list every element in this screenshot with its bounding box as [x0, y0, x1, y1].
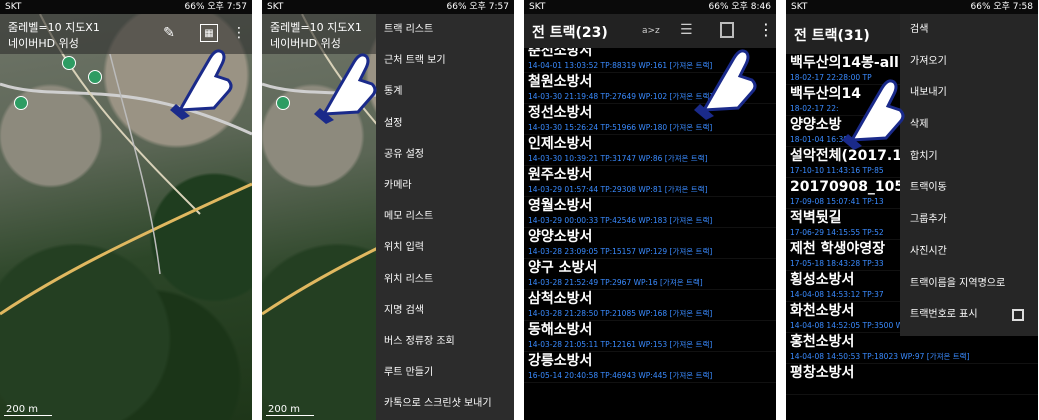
menu-item-location-list[interactable]: 위치 리스트 [376, 264, 514, 295]
map-layer-label: 네이버HD 위성 [8, 37, 79, 50]
track-meta: 14-04-08 14:50:53 TP:18023 WP:97 [가져온 트랙… [790, 352, 970, 361]
track-name: 강릉소방서 [528, 353, 593, 369]
menu-item-rename-by-region[interactable]: 트랙이름을 지역명으로 [900, 268, 1038, 300]
context-menu: 검색 가져오기 내보내기 삭제 합치기 트랙이동 그룹추가 사진시간 트랙이름을… [900, 14, 1038, 336]
view-toggle-icon[interactable] [720, 22, 734, 38]
carrier-label: SKT [267, 2, 284, 12]
menu-item-merge[interactable]: 합치기 [900, 141, 1038, 173]
status-right: 66% 오후 7:57 [446, 2, 510, 12]
poi-marker[interactable] [14, 96, 28, 110]
track-name: 양양소방서 [528, 229, 593, 245]
list-item[interactable]: 양양소방서 14-03-28 23:09:05 TP:15157 WP:129 [… [524, 228, 776, 259]
menu-item-photo-time[interactable]: 사진시간 [900, 236, 1038, 268]
track-name: 평창소방서 [790, 365, 855, 381]
status-right: 66% 오후 8:46 [708, 2, 772, 12]
sort-az-button[interactable]: a>z [642, 26, 660, 36]
list-item[interactable]: 인제소방서 14-03-30 10:39:21 TP:31747 WP:86 [가… [524, 135, 776, 166]
map-scale: 200 m [4, 404, 53, 416]
menu-item-kakao-screenshot[interactable]: 카톡으로 스크린샷 보내기 [376, 388, 514, 419]
sort-icon[interactable]: ☰ [680, 22, 693, 38]
track-meta: 14-03-28 23:09:05 TP:15157 WP:129 [가져온 트… [528, 247, 713, 256]
list-item[interactable]: 홍천소방서 14-04-08 14:50:53 TP:18023 WP:97 [가… [786, 333, 1038, 364]
menu-item-bus-stop[interactable]: 버스 정류장 조회 [376, 326, 514, 357]
track-name: 동해소방서 [528, 322, 593, 338]
track-name: 인제소방서 [528, 136, 593, 152]
page-title: 전 트랙(31) [794, 28, 870, 44]
menu-item-statistics[interactable]: 통계 [376, 76, 514, 107]
menu-item-make-route[interactable]: 루트 만들기 [376, 357, 514, 388]
menu-item-settings[interactable]: 설정 [376, 108, 514, 139]
carrier-label: SKT [5, 2, 22, 12]
list-item[interactable]: 동해소방서 14-03-28 21:05:11 TP:12161 WP:153 [… [524, 321, 776, 352]
status-bar: SKT 66% 오후 8:46 [524, 0, 776, 14]
track-meta: 14-03-29 00:00:33 TP:42546 WP:183 [가져온 트… [528, 216, 713, 225]
list-item[interactable]: 영월소방서 14-03-29 00:00:33 TP:42546 WP:183 [… [524, 197, 776, 228]
menu-item-export[interactable]: 내보내기 [900, 77, 1038, 109]
track-number-checkbox[interactable] [1012, 309, 1024, 322]
poi-marker[interactable] [62, 56, 76, 70]
menu-item-place-search[interactable]: 지명 검색 [376, 295, 514, 326]
menu-item-move-track[interactable]: 트랙이동 [900, 172, 1038, 204]
track-meta: 14-03-28 21:05:11 TP:12161 WP:153 [가져온 트… [528, 340, 713, 349]
menu-item-search[interactable]: 검색 [900, 14, 1038, 46]
status-bar: SKT 66% 오후 7:57 [262, 0, 514, 14]
list-item[interactable]: 강릉소방서 16-05-14 20:40:58 TP:46943 WP:445 [… [524, 352, 776, 383]
poi-marker[interactable] [276, 96, 290, 110]
pointing-hand-icon [314, 53, 377, 124]
screen-map: SKT 66% 오후 7:57 줌레벨=10 지도X1 네이버HD 위성 ✎ ▦… [0, 0, 252, 420]
map-scale: 200 m [266, 404, 315, 416]
menu-item-track-list[interactable]: 트랙 리스트 [376, 14, 514, 45]
zoom-level-label: 줌레벨=10 지도X1 [8, 21, 100, 34]
carrier-label: SKT [529, 2, 546, 12]
screen-track-list: SKT 66% 오후 8:46 전 트랙(23) a>z ☰ ⋮ 춘천소방서 14… [524, 0, 776, 420]
menu-item-show-track-number[interactable]: 트랙번호로 표시 [900, 299, 1038, 331]
pointing-hand-icon [170, 49, 233, 120]
menu-item-share-settings[interactable]: 공유 설정 [376, 139, 514, 170]
pointing-hand-icon [842, 79, 905, 150]
menu-item-nearby-tracks[interactable]: 근처 트랙 보기 [376, 45, 514, 76]
list-item[interactable]: 양구 소방서 14-03-28 21:52:49 TP:2967 WP:16 [가… [524, 259, 776, 290]
track-name: 영월소방서 [528, 198, 593, 214]
menu-item-location-input[interactable]: 위치 입력 [376, 232, 514, 263]
menu-item-memo-list[interactable]: 메모 리스트 [376, 201, 514, 232]
screen-map-menu: SKT 66% 오후 7:57 줌레벨=10 지도X1 네이버HD 위성 200… [262, 0, 514, 420]
poi-marker[interactable] [88, 70, 102, 84]
list-item[interactable]: 평창소방서 [786, 364, 1038, 395]
overflow-menu: 트랙 리스트 근처 트랙 보기 통계 설정 공유 설정 카메라 메모 리스트 위… [376, 14, 514, 420]
track-name: 양구 소방서 [528, 260, 598, 276]
zoom-level-label: 줌레벨=10 지도X1 [270, 21, 362, 34]
track-meta: 14-03-30 10:39:21 TP:31747 WP:86 [가져온 트랙… [528, 154, 708, 163]
track-meta: 14-03-28 21:52:49 TP:2967 WP:16 [가져온 트랙] [528, 278, 703, 287]
menu-item-label: 트랙번호로 표시 [910, 309, 978, 321]
menu-item-import[interactable]: 가져오기 [900, 46, 1038, 78]
menu-item-add-group[interactable]: 그룹추가 [900, 204, 1038, 236]
track-meta: 14-03-28 21:28:50 TP:21085 WP:168 [가져온 트… [528, 309, 713, 318]
track-name: 원주소방서 [528, 167, 593, 183]
status-right: 66% 오후 7:57 [184, 2, 248, 12]
track-meta: 16-05-14 20:40:58 TP:46943 WP:445 [가져온 트… [528, 371, 713, 380]
screen-track-list-menu: SKT 66% 오후 7:58 전 트랙(31) 백두산의14봉-all 18-0… [786, 0, 1038, 420]
list-item[interactable]: 원주소방서 14-03-29 01:57:44 TP:29308 WP:81 [가… [524, 166, 776, 197]
track-meta: 14-03-30 15:26:24 TP:51966 WP:180 [가져온 트… [528, 123, 713, 132]
track-name: 삼척소방서 [528, 291, 593, 307]
list-item[interactable]: 삼척소방서 14-03-28 21:28:50 TP:21085 WP:168 [… [524, 290, 776, 321]
menu-item-camera[interactable]: 카메라 [376, 170, 514, 201]
menu-item-delete[interactable]: 삭제 [900, 109, 1038, 141]
more-vert-icon[interactable]: ⋮ [758, 22, 774, 38]
page-title: 전 트랙(23) [532, 25, 608, 41]
carrier-label: SKT [791, 2, 808, 12]
pointing-hand-icon [694, 49, 757, 120]
track-meta: 14-03-29 01:57:44 TP:29308 WP:81 [가져온 트랙… [528, 185, 708, 194]
status-right: 66% 오후 7:58 [970, 2, 1034, 12]
status-bar: SKT 66% 오후 7:57 [0, 0, 252, 14]
status-bar: SKT 66% 오후 7:58 [786, 0, 1038, 14]
